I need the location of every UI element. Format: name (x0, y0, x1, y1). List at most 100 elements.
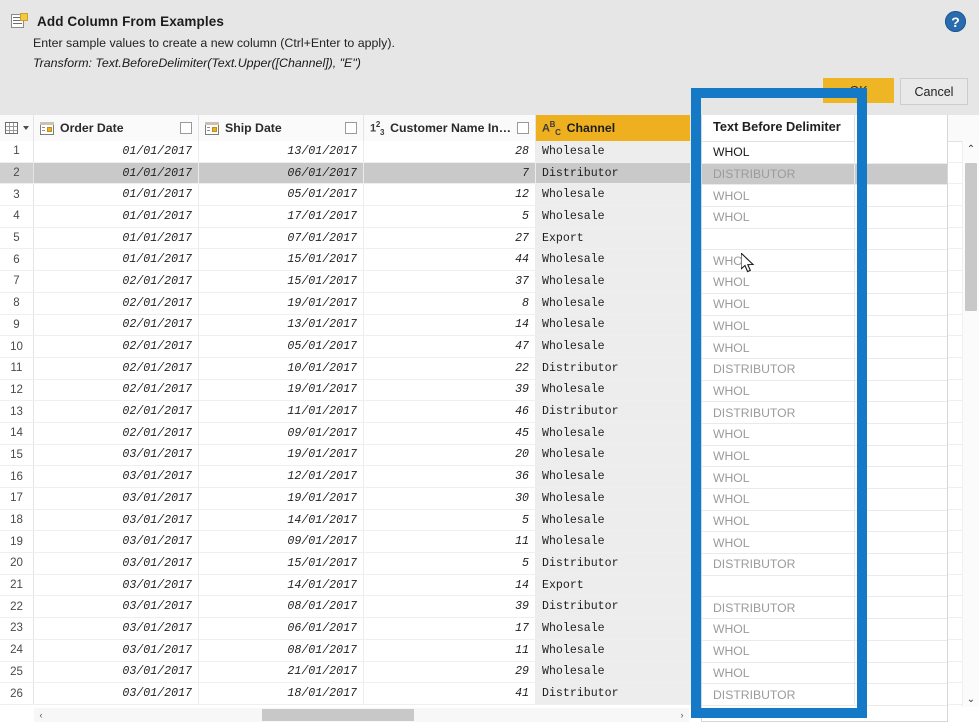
cell-channel[interactable]: Wholesale (536, 271, 691, 292)
cell-order-date[interactable]: 03/01/2017 (34, 466, 199, 487)
cell-customer-name-index[interactable]: 5 (364, 553, 536, 574)
cell-order-date[interactable]: 01/01/2017 (34, 206, 199, 227)
cell-ship-date[interactable]: 05/01/2017 (199, 184, 364, 206)
new-column-cell[interactable]: WHOL (702, 272, 855, 293)
cell-ship-date[interactable]: 08/01/2017 (199, 596, 364, 618)
cell-customer-name-index[interactable]: 14 (364, 574, 536, 596)
new-column-cell[interactable]: WHOL (702, 489, 855, 510)
vertical-scrollbar-thumb[interactable] (965, 163, 977, 311)
cell-ship-date[interactable]: 19/01/2017 (199, 444, 364, 466)
new-column-row[interactable]: DISTRIBUTOR (702, 597, 947, 620)
cell-channel[interactable]: Wholesale (536, 531, 691, 553)
cell-customer-name-index[interactable]: 17 (364, 618, 536, 639)
new-column-cell[interactable]: WHOL (702, 532, 855, 554)
new-column-cell[interactable]: WHOL (702, 142, 855, 163)
cell-order-date[interactable]: 02/01/2017 (34, 401, 199, 422)
new-column-row[interactable]: WHOL (702, 315, 947, 338)
column-header-order-date[interactable]: Order Date (34, 115, 199, 144)
cell-channel[interactable]: Wholesale (536, 292, 691, 314)
scroll-up-icon[interactable]: ⌃ (963, 141, 979, 157)
cell-order-date[interactable]: 02/01/2017 (34, 422, 199, 444)
cell-order-date[interactable]: 01/01/2017 (34, 249, 199, 271)
cell-customer-name-index[interactable]: 5 (364, 509, 536, 531)
cell-ship-date[interactable]: 08/01/2017 (199, 639, 364, 661)
cell-channel[interactable]: Export (536, 574, 691, 596)
cell-customer-name-index[interactable]: 14 (364, 314, 536, 336)
cell-ship-date[interactable]: 21/01/2017 (199, 661, 364, 683)
horizontal-scrollbar-thumb[interactable] (262, 709, 414, 721)
cell-channel[interactable]: Export (536, 227, 691, 249)
cell-channel[interactable]: Wholesale (536, 661, 691, 683)
cell-ship-date[interactable]: 19/01/2017 (199, 488, 364, 509)
cell-order-date[interactable]: 03/01/2017 (34, 618, 199, 639)
new-column-cell[interactable]: WHOL (702, 293, 855, 315)
cell-order-date[interactable]: 02/01/2017 (34, 271, 199, 292)
new-column-row[interactable]: WHOL (702, 293, 947, 316)
cell-customer-name-index[interactable]: 12 (364, 184, 536, 206)
cell-customer-name-index[interactable]: 30 (364, 488, 536, 509)
cell-ship-date[interactable]: 15/01/2017 (199, 271, 364, 292)
cell-order-date[interactable]: 01/01/2017 (34, 162, 199, 184)
new-column-cell[interactable]: DISTRIBUTOR (702, 358, 855, 380)
cell-channel[interactable]: Wholesale (536, 379, 691, 401)
cell-ship-date[interactable]: 12/01/2017 (199, 466, 364, 487)
cell-channel[interactable]: Distributor (536, 162, 691, 184)
new-column-row[interactable]: WHOL (702, 272, 947, 294)
cell-customer-name-index[interactable]: 28 (364, 141, 536, 162)
cell-ship-date[interactable]: 17/01/2017 (199, 206, 364, 227)
cell-customer-name-index[interactable]: 5 (364, 206, 536, 227)
cell-channel[interactable]: Distributor (536, 596, 691, 618)
cell-customer-name-index[interactable]: 46 (364, 401, 536, 422)
cell-channel[interactable]: Wholesale (536, 336, 691, 357)
new-column-cell[interactable]: WHOL (702, 423, 855, 445)
cell-channel[interactable]: Wholesale (536, 314, 691, 336)
cell-ship-date[interactable]: 06/01/2017 (199, 618, 364, 639)
new-column-cell[interactable]: WHOL (702, 185, 855, 207)
cell-ship-date[interactable]: 09/01/2017 (199, 422, 364, 444)
cell-customer-name-index[interactable]: 20 (364, 444, 536, 466)
cell-order-date[interactable]: 03/01/2017 (34, 574, 199, 596)
cell-channel[interactable]: Wholesale (536, 444, 691, 466)
new-column-row[interactable]: DISTRIBUTOR (702, 554, 947, 576)
cell-customer-name-index[interactable]: 39 (364, 379, 536, 401)
cell-order-date[interactable]: 02/01/2017 (34, 357, 199, 379)
new-column-row[interactable]: WHOL (702, 510, 947, 533)
cell-order-date[interactable]: 02/01/2017 (34, 336, 199, 357)
new-column-cell[interactable]: WHOL (702, 467, 855, 488)
cell-order-date[interactable]: 01/01/2017 (34, 227, 199, 249)
cell-ship-date[interactable]: 18/01/2017 (199, 683, 364, 704)
new-column-cell[interactable]: DISTRIBUTOR (702, 684, 855, 705)
new-column-row[interactable]: WHOL (702, 640, 947, 663)
cell-customer-name-index[interactable]: 27 (364, 227, 536, 249)
cell-ship-date[interactable]: 15/01/2017 (199, 249, 364, 271)
new-column-cell[interactable]: WHOL (702, 619, 855, 640)
new-column-cell[interactable]: WHOL (702, 250, 855, 272)
new-column-cell[interactable]: DISTRIBUTOR (702, 402, 855, 423)
new-column-row[interactable]: WHOL (702, 467, 947, 489)
column-header-ship-date[interactable]: Ship Date (199, 115, 364, 144)
cell-channel[interactable]: Wholesale (536, 206, 691, 227)
scroll-left-icon[interactable]: ‹ (34, 708, 48, 722)
new-column-cell[interactable]: WHOL (702, 380, 855, 402)
cell-order-date[interactable]: 03/01/2017 (34, 683, 199, 704)
new-column-cell[interactable]: WHOL (702, 510, 855, 532)
cell-channel[interactable]: Wholesale (536, 488, 691, 509)
new-column-row[interactable]: WHOL (702, 185, 947, 208)
cell-customer-name-index[interactable]: 47 (364, 336, 536, 357)
new-column-row[interactable]: WHOL (702, 142, 947, 164)
cell-channel[interactable]: Distributor (536, 683, 691, 704)
cell-channel[interactable]: Distributor (536, 553, 691, 574)
new-column-row[interactable]: WHOL (702, 207, 947, 229)
vertical-scrollbar[interactable]: ⌃ ⌄ (962, 141, 979, 707)
new-column-row[interactable]: WHOL (702, 337, 947, 359)
cell-order-date[interactable]: 02/01/2017 (34, 379, 199, 401)
cell-channel[interactable]: Wholesale (536, 184, 691, 206)
cell-customer-name-index[interactable]: 22 (364, 357, 536, 379)
cell-order-date[interactable]: 03/01/2017 (34, 639, 199, 661)
cell-ship-date[interactable]: 10/01/2017 (199, 357, 364, 379)
cell-customer-name-index[interactable]: 45 (364, 422, 536, 444)
new-column-row[interactable]: DISTRIBUTOR (702, 358, 947, 381)
cell-channel[interactable]: Wholesale (536, 509, 691, 531)
ok-button[interactable]: OK (823, 78, 894, 103)
cell-customer-name-index[interactable]: 11 (364, 639, 536, 661)
